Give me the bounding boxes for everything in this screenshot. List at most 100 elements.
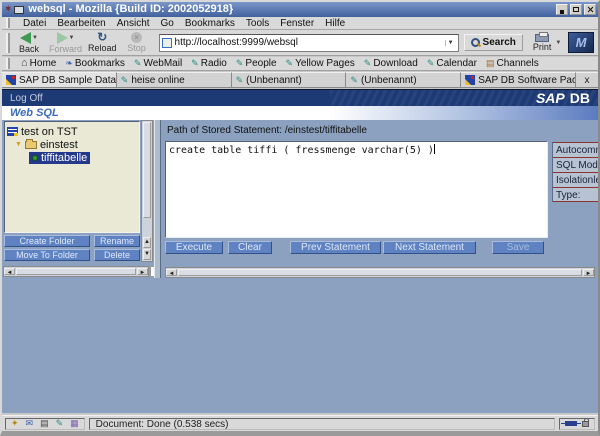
page-icon: ✎ [121,76,129,85]
execute-button[interactable]: Execute [165,241,223,254]
pencil-icon: ✎ [364,59,372,68]
tree-frame: test on TST ▼ einstest tiffitabelle ▲ [2,120,154,278]
tab-close-button[interactable]: x [576,72,598,87]
url-bar[interactable]: http://localhost:9999/websql ▼ [159,34,459,52]
reload-button[interactable]: ↻ Reload [85,31,120,54]
move-to-folder-button[interactable]: Move To Folder [4,249,90,261]
scroll-left-icon[interactable]: ◄ [4,268,15,275]
selected-tree-item[interactable]: tiffitabelle [29,152,90,164]
tab-sapdb-packages[interactable]: SAP DB Software Packages [461,72,576,87]
bookmark-calendar[interactable]: ✎ Calendar [427,58,477,69]
url-history-dropdown-icon[interactable]: ▼ [445,40,456,46]
tab-heise-online[interactable]: ✎ heise online [117,72,232,87]
frame-splitter[interactable] [154,120,161,278]
status-message: Document: Done (0.538 secs) [89,418,555,430]
bookmark-channels[interactable]: ▤ Channels [486,58,539,69]
online-plug-icon[interactable] [565,421,577,426]
forward-dropdown-icon[interactable]: ▼ [69,35,75,41]
page-proxy-icon[interactable] [162,38,172,48]
bookmark-bookmarks[interactable]: ❧ Bookmarks [65,58,125,69]
bookmark-radio[interactable]: ✎ Radio [191,58,227,69]
toolbar-grippy[interactable] [6,33,10,53]
bookmark-download[interactable]: ✎ Download [364,58,418,69]
window-titlebar[interactable]: ✶ websql - Mozilla {Build ID: 2002052918… [2,2,598,17]
menu-go[interactable]: Go [161,18,174,29]
delete-button[interactable]: Delete [94,249,140,261]
scroll-up-icon[interactable]: ▲ [143,237,151,248]
toolbar-grippy[interactable] [6,58,10,68]
home-icon: ⌂ [21,59,28,68]
scroll-down-icon[interactable]: ▼ [143,249,151,260]
security-lock-icon[interactable] [582,421,589,427]
tree-horizontal-scrollbar[interactable]: ◄ ► [3,266,149,277]
setting-autocommit[interactable]: Autocommit [553,142,598,157]
scrollbar-thumb[interactable] [178,269,582,276]
expander-icon[interactable]: ▼ [15,141,22,148]
reload-label: Reload [88,43,117,53]
pencil-icon: ✎ [134,59,142,68]
addressbook-icon[interactable]: ▦ [70,419,79,428]
create-folder-button[interactable]: Create Folder [4,235,90,247]
tab-unbenannt-1[interactable]: ✎ (Unbenannt) [232,72,347,87]
next-statement-button[interactable]: Next Statement [383,241,476,254]
section-title: Web SQL [10,107,59,119]
back-button[interactable]: ▼ Back [12,31,46,55]
tab-sapdb-sample[interactable]: SAP DB Sample Database (... [2,72,117,87]
clear-button[interactable]: Clear [228,241,272,254]
scroll-right-icon[interactable]: ► [583,269,594,276]
statement-horizontal-scrollbar[interactable]: ◄ ► [165,267,595,278]
sql-statement-textarea[interactable]: create table tiffi ( fressmenge varchar(… [165,141,548,238]
chat-icon[interactable]: ▤ [40,419,49,428]
bookmark-webmail[interactable]: ✎ WebMail [134,58,182,69]
statement-icon [32,155,38,161]
prev-statement-button[interactable]: Prev Statement [290,241,381,254]
navigator-icon[interactable]: ✦ [11,419,19,428]
bookmark-home[interactable]: ⌂ Home [21,58,56,69]
url-input[interactable]: http://localhost:9999/websql [175,37,445,48]
menu-datei[interactable]: Datei [23,18,46,29]
scrollbar-thumb[interactable] [16,268,136,275]
menu-fenster[interactable]: Fenster [280,18,314,29]
print-button[interactable]: Print [533,34,552,52]
maximize-button[interactable] [570,4,582,15]
window-title: websql - Mozilla {Build ID: 2002052918} [28,2,233,17]
tab-unbenannt-2[interactable]: ✎ (Unbenannt) [346,72,461,87]
mail-icon[interactable]: ✉ [26,419,34,428]
tree-node-folder[interactable]: ▼ einstest [7,138,137,151]
menu-bookmarks[interactable]: Bookmarks [185,18,235,29]
setting-isolation-level[interactable]: Isolationlevel [553,172,598,187]
scrollbar-thumb[interactable] [143,122,151,218]
toolbar-grippy[interactable] [6,18,10,28]
log-off-link[interactable]: Log Off [10,93,43,104]
tree-node-statement[interactable]: tiffitabelle [7,151,137,164]
composer-icon[interactable]: ✎ [56,419,64,428]
save-button[interactable]: Save [492,241,544,254]
pencil-icon: ✎ [427,59,435,68]
sapdb-favicon [465,75,475,85]
tree-vertical-scrollbar[interactable]: ▲ ▼ [141,120,153,262]
menu-hilfe[interactable]: Hilfe [325,18,345,29]
forward-arrow-icon [57,32,68,44]
back-dropdown-icon[interactable]: ▼ [32,35,38,41]
mozilla-throbber[interactable]: M [568,32,594,53]
tree-node-server[interactable]: test on TST [7,125,137,138]
search-icon [471,38,480,47]
search-button[interactable]: Search [464,34,523,51]
scroll-right-icon[interactable]: ► [137,268,148,275]
print-dropdown-icon[interactable]: ▼ [555,40,561,46]
close-button[interactable] [584,4,596,15]
setting-sql-mode[interactable]: SQL Mode [553,157,598,172]
bookmark-yellow-pages[interactable]: ✎ Yellow Pages [286,58,355,69]
bookmark-people[interactable]: ✎ People [236,58,277,69]
menu-tools[interactable]: Tools [246,18,269,29]
menu-bearbeiten[interactable]: Bearbeiten [57,18,105,29]
menu-bar: Datei Bearbeiten Ansicht Go Bookmarks To… [2,17,598,30]
page-icon: ✎ [350,76,358,85]
minimize-button[interactable] [556,4,568,15]
scroll-left-icon[interactable]: ◄ [166,269,177,276]
stop-button[interactable]: × Stop [120,31,154,54]
forward-button[interactable]: ▼ Forward [46,31,85,55]
window-pin-icon[interactable]: ✶ [4,5,12,15]
menu-ansicht[interactable]: Ansicht [117,18,150,29]
rename-button[interactable]: Rename [94,235,140,247]
